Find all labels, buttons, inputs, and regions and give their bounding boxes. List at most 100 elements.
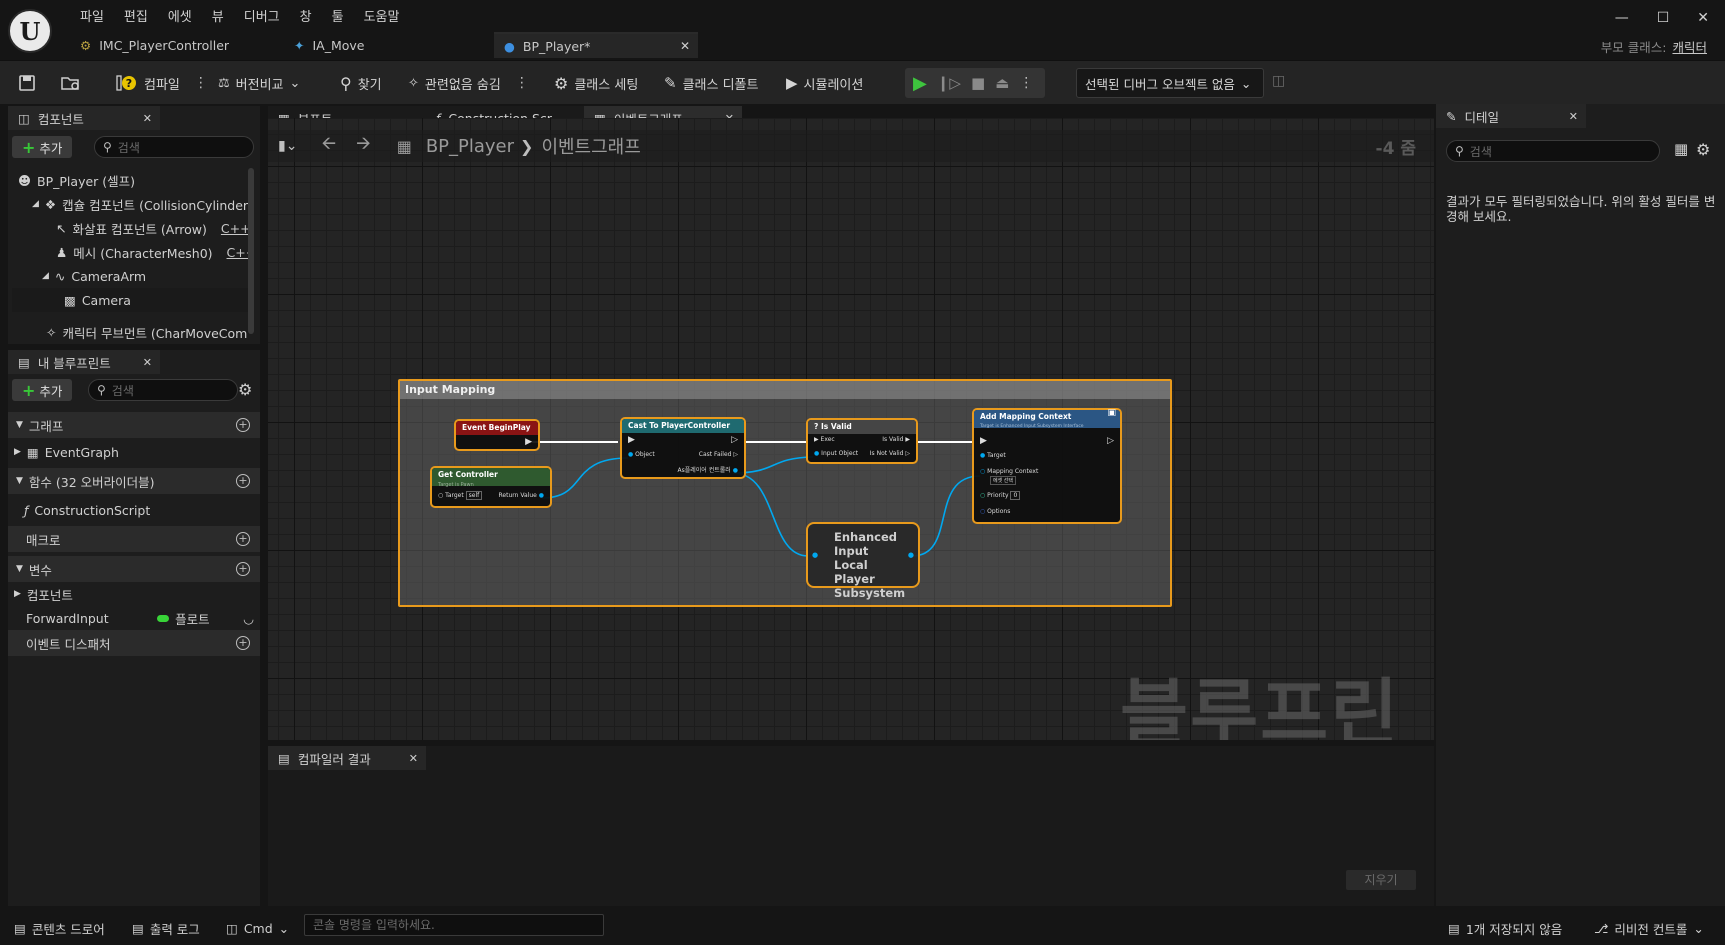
components-tab[interactable]: ◫ 컴포넌트 ✕ (8, 106, 160, 130)
maximize-icon[interactable]: ☐ (1657, 10, 1670, 26)
menu-help[interactable]: 도움말 (354, 6, 410, 25)
cast-failed-pin[interactable]: Cast Failed ▷ (699, 451, 738, 458)
tree-item-mesh[interactable]: ♟ 메시 (CharacterMesh0) C++ 0 (12, 240, 248, 264)
class-settings-button[interactable]: ⚙ 클래스 세팅 (554, 69, 638, 97)
debug-object-select[interactable]: 선택된 디버그 오브젝트 없음 ⌄ (1076, 68, 1264, 98)
add-dispatcher-icon[interactable]: + (236, 636, 250, 650)
class-defaults-button[interactable]: ✎ 클래스 디폴트 (664, 69, 758, 97)
tree-scrollbar[interactable] (248, 168, 254, 334)
cpp-link[interactable]: C++ 0 (221, 221, 248, 236)
construction-script-item[interactable]: ƒ ConstructionScript (24, 498, 150, 522)
browse-button[interactable] (60, 69, 82, 97)
table-view-icon[interactable]: ▦ (1674, 140, 1688, 158)
section-macros[interactable]: 매크로 + (8, 526, 260, 552)
close-icon[interactable]: ✕ (1697, 10, 1709, 26)
menu-file[interactable]: 파일 (70, 6, 114, 25)
close-panel-icon[interactable]: ✕ (1569, 110, 1578, 123)
output-log-button[interactable]: ▤ 출력 로그 (132, 918, 200, 938)
exec-pin[interactable]: ▶ Exec (814, 436, 835, 443)
visibility-eye-icon[interactable]: ◡ (243, 611, 254, 626)
tab-ia-move[interactable]: ✦ IA_Move (284, 32, 494, 58)
is-not-valid-pin[interactable]: Is Not Valid ▷ (870, 450, 910, 457)
add-member-button[interactable]: + 추가 (12, 379, 73, 401)
eject-icon[interactable]: ⏏ (995, 74, 1009, 92)
exec-in-pin-icon[interactable]: ▶ (628, 435, 635, 445)
add-graph-icon[interactable]: + (236, 418, 250, 432)
menu-window[interactable]: 창 (290, 6, 322, 25)
in-pin-icon[interactable]: ● (812, 551, 818, 559)
return-pin[interactable]: Return Value ● (499, 492, 544, 499)
cpp-link[interactable]: C++ 0 (227, 245, 248, 260)
settings-gear-icon[interactable]: ⚙ (238, 380, 252, 399)
is-valid-pin[interactable]: Is Valid ▶ (882, 436, 910, 443)
diff-button[interactable]: ⚖ 버전비교 ⌄ (218, 69, 300, 97)
menu-asset[interactable]: 에셋 (158, 6, 202, 25)
content-drawer-button[interactable]: ▤ 콘텐츠 드로어 (14, 918, 105, 938)
node-get-controller[interactable]: Get Controller Target is Pawn ○ Target s… (430, 466, 552, 508)
parent-class-link[interactable]: 캐릭터 (1672, 37, 1707, 56)
target-pin[interactable]: ● Target (980, 452, 1006, 459)
stop-icon[interactable]: ■ (971, 74, 985, 92)
add-component-button[interactable]: + 추가 (12, 136, 73, 158)
tree-item-camera[interactable]: ▩ Camera (12, 288, 248, 312)
components-search-input[interactable]: ⚲ 검색 (94, 136, 254, 158)
my-blueprint-tab[interactable]: ▤ 내 블루프린트 ✕ (8, 350, 160, 374)
details-tab[interactable]: ✎ 디테일 ✕ (1436, 104, 1586, 128)
variable-item[interactable]: ForwardInput 플로트 ◡ (26, 606, 258, 630)
tree-item-char-movement[interactable]: ✧ 캐릭터 무브먼트 (CharMoveCom (12, 320, 248, 344)
play-options-icon[interactable]: ⋮ (1019, 75, 1033, 91)
node-add-mapping-context[interactable]: Add Mapping Context Target is Enhanced I… (972, 408, 1122, 524)
add-variable-icon[interactable]: + (236, 562, 250, 576)
out-pin-icon[interactable]: ● (908, 551, 914, 559)
close-panel-icon[interactable]: ✕ (409, 752, 418, 765)
target-pin[interactable]: ○ Target self (438, 491, 483, 500)
input-object-pin[interactable]: ● Input Object (814, 450, 858, 457)
event-graph-item[interactable]: ▶ ▦ EventGraph (14, 440, 119, 464)
cmd-select[interactable]: ◫ Cmd ⌄ (226, 918, 289, 938)
simulation-button[interactable]: ▶ 시뮬레이션 (786, 69, 863, 97)
more-options-icon[interactable]: ⋮ (194, 75, 208, 91)
section-dispatchers[interactable]: 이벤트 디스패처 + (8, 630, 260, 656)
tab-imc-playercontroller[interactable]: ⚙ IMC_PlayerController (70, 32, 280, 58)
priority-pin[interactable]: ○ Priority 0 (980, 491, 1021, 500)
blueprint-search-input[interactable]: ⚲ 검색 (88, 379, 238, 401)
expand-arrow-icon[interactable]: ◢ (32, 199, 39, 209)
menu-tools[interactable]: 툴 (322, 6, 354, 25)
exec-out-pin-icon[interactable]: ▶ (525, 437, 532, 447)
section-variables[interactable]: ▼ 변수 + (8, 556, 260, 582)
expand-arrow-icon[interactable]: ◢ (42, 271, 49, 281)
clear-button[interactable]: 지우기 (1346, 870, 1416, 890)
add-function-icon[interactable]: + (236, 474, 250, 488)
node-event-beginplay[interactable]: Event BeginPlay ▶ (454, 419, 540, 451)
revision-control-button[interactable]: ⎇ 리비전 컨트롤 ⌄ (1594, 918, 1704, 938)
section-graphs[interactable]: ▼ 그래프 + (8, 412, 260, 438)
save-button[interactable] (18, 69, 36, 97)
node-is-valid[interactable]: ? Is Valid ▶ Exec Is Valid ▶ ● Input Obj… (806, 418, 918, 464)
close-panel-icon[interactable]: ✕ (143, 356, 152, 369)
asset-select-dropdown[interactable]: 에셋 선택 (990, 476, 1016, 485)
hide-unrelated-button[interactable]: ✧ 관련없음 숨김 ⋮ (408, 69, 529, 97)
node-cast-to-playercontroller[interactable]: Cast To PlayerController ▶ ▷ ● Object Ca… (620, 417, 746, 479)
section-functions[interactable]: ▼ 함수 (32 오버라이더블) + (8, 468, 260, 494)
exec-out-pin-icon[interactable]: ▷ (731, 435, 738, 445)
minimize-icon[interactable]: — (1615, 10, 1629, 26)
tab-bp-player[interactable]: ● BP_Player* ✕ (494, 32, 698, 58)
components-group-item[interactable]: ▶ 컴포넌트 (14, 582, 73, 606)
menu-view[interactable]: 뷰 (202, 6, 234, 25)
tree-item-camera-arm[interactable]: ◢ ∿ CameraArm (12, 264, 248, 288)
step-icon[interactable]: ❙▷ (937, 74, 961, 92)
as-playercontroller-pin[interactable]: As플레이어 컨트롤러 ● (678, 465, 738, 474)
console-input[interactable]: 콘솔 명령을 입력하세요. (304, 914, 604, 936)
tree-item-capsule[interactable]: ◢ ❖ 캡슐 컴포넌트 (CollisionCylinder) (12, 192, 248, 216)
debug-filter-icon[interactable]: ◫ (1272, 73, 1285, 89)
node-enhanced-input-subsystem[interactable]: Enhanced Input Local Player Subsystem ● … (806, 522, 920, 600)
settings-gear-icon[interactable]: ⚙ (1696, 140, 1710, 159)
object-pin[interactable]: ● Object (628, 451, 655, 458)
node-menu-icon[interactable]: ▣ (1107, 408, 1116, 418)
add-macro-icon[interactable]: + (236, 532, 250, 546)
menu-edit[interactable]: 편집 (114, 6, 158, 25)
play-icon[interactable]: ▶ (913, 73, 927, 94)
unreal-logo-icon[interactable]: U (8, 9, 52, 53)
details-search-input[interactable]: ⚲ 검색 (1446, 140, 1660, 162)
compiler-results-tab[interactable]: ▤ 컴파일러 결과 ✕ (268, 746, 426, 770)
